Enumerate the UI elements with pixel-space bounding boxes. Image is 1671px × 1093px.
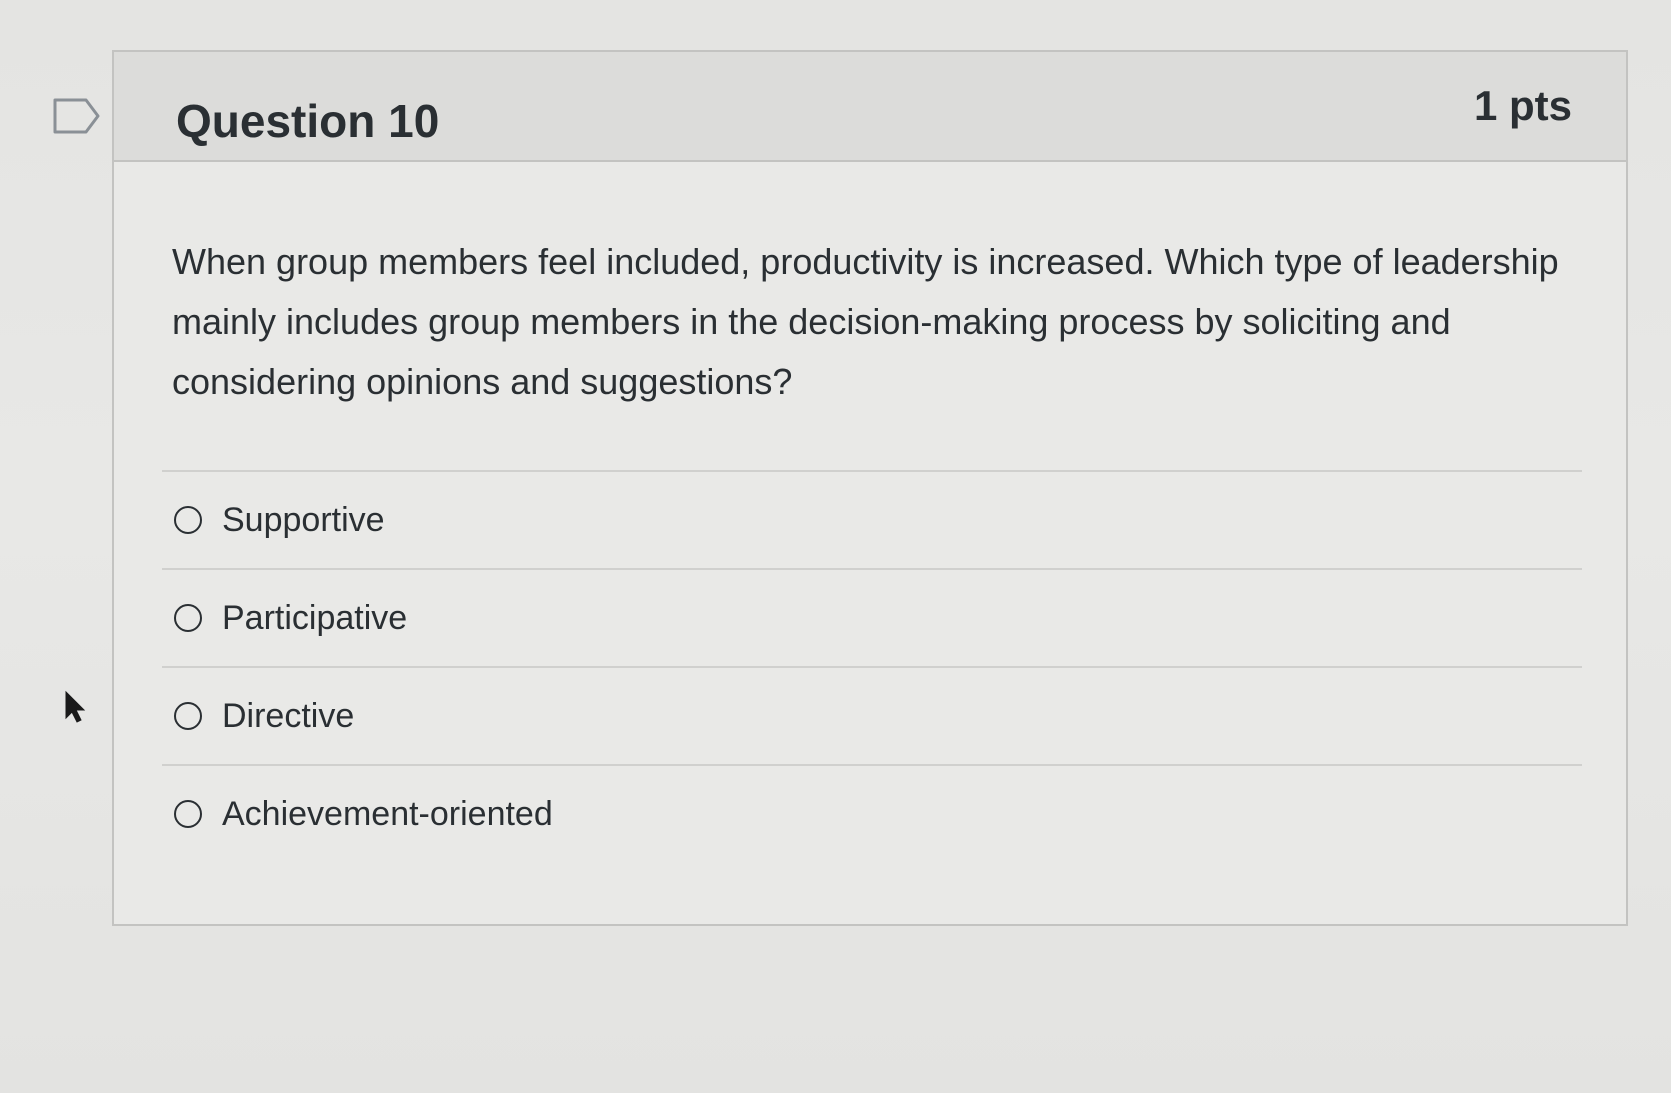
- radio-icon[interactable]: [174, 506, 202, 534]
- answer-option-supportive[interactable]: Supportive: [162, 470, 1582, 568]
- question-header: Question 10 1 pts: [114, 52, 1626, 162]
- answer-label: Participative: [222, 598, 408, 637]
- question-card: Question 10 1 pts When group members fee…: [112, 50, 1628, 926]
- answer-label: Supportive: [222, 500, 385, 539]
- radio-icon[interactable]: [174, 800, 202, 828]
- answer-list: Supportive Participative Directive Achie…: [162, 470, 1582, 862]
- cursor-icon: [65, 690, 86, 723]
- answer-label: Directive: [222, 696, 355, 735]
- answer-option-directive[interactable]: Directive: [162, 666, 1582, 764]
- answer-option-achievement-oriented[interactable]: Achievement-oriented: [162, 764, 1582, 862]
- answer-label: Achievement-oriented: [222, 794, 553, 833]
- radio-icon[interactable]: [174, 604, 202, 632]
- radio-icon[interactable]: [174, 702, 202, 730]
- question-points: 1 pts: [1473, 82, 1572, 129]
- question-text: When group members feel included, produc…: [172, 241, 1559, 402]
- question-title: Question 10: [176, 95, 440, 147]
- answer-option-participative[interactable]: Participative: [162, 568, 1582, 666]
- flag-question-icon[interactable]: [52, 96, 102, 136]
